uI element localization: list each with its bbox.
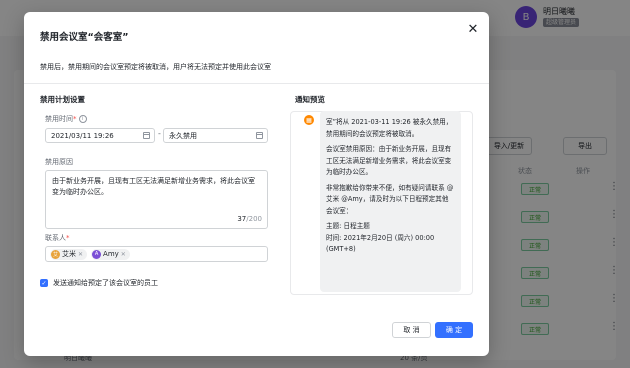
confirm-button[interactable]: 确 定: [435, 322, 473, 338]
disable-room-dialog: 禁用会议室“会客室” ✕ 禁用后，禁用期间的会议室预定将被取消，用户将无法预定并…: [24, 12, 489, 356]
end-time-value: 永久禁用: [169, 131, 197, 140]
required-mark: *: [73, 115, 77, 123]
required-mark: *: [66, 234, 70, 242]
close-icon[interactable]: ✕: [465, 22, 481, 38]
calendar-icon: [143, 132, 150, 139]
reason-text: 由于新业务开展，且现有工区无法满足新增业务需求，将此会议室变为临时办公区。: [52, 177, 255, 196]
preview-section-title: 通知预览: [295, 95, 325, 104]
notify-checkbox-label: 发送通知给预定了该会议室的员工: [53, 279, 158, 287]
end-time-picker[interactable]: 永久禁用: [163, 128, 268, 143]
reason-label: 禁用原因: [45, 158, 73, 166]
remove-contact-icon[interactable]: ✕: [121, 251, 126, 258]
reason-textarea[interactable]: 由于新业务开展，且现有工区无法满足新增业务需求，将此会议室变为临时办公区。 37…: [45, 170, 268, 229]
info-icon[interactable]: i: [78, 115, 87, 123]
calendar-icon: [256, 132, 263, 139]
char-count: 37: [237, 215, 247, 223]
preview-paragraph: 室”将从 2021-03-11 19:26 被永久禁用，禁用期间的会议预定将被取…: [326, 118, 453, 138]
notify-checkbox[interactable]: ✓: [40, 279, 48, 287]
preview-message-bubble: 室”将从 2021-03-11 19:26 被永久禁用，禁用期间的会议预定将被取…: [320, 111, 461, 292]
avatar: A: [92, 249, 102, 259]
preview-paragraph: 主题: 日程主题 时间: 2021年2月20日 (周六) 00:00 (GMT+…: [326, 222, 435, 253]
time-label-text: 禁用时间: [45, 115, 73, 123]
preview-paragraph: 会议室禁用原因：由于新业务开展，且现有工区无法满足新增业务需求，将此会议室变为临…: [326, 145, 452, 176]
dialog-title: 禁用会议室“会客室”: [40, 32, 129, 43]
contacts-label: 联系人*: [45, 233, 70, 243]
range-separator: -: [158, 129, 161, 138]
avatar: 艾: [51, 249, 60, 259]
char-counter: 37/200: [237, 214, 262, 225]
contact-name: Amy: [103, 250, 119, 258]
cancel-button[interactable]: 取 消: [392, 322, 431, 338]
notify-checkbox-row[interactable]: ✓ 发送通知给预定了该会议室的员工: [40, 278, 158, 288]
contacts-select[interactable]: 艾 艾米 ✕ A Amy ✕: [45, 246, 268, 262]
contacts-label-text: 联系人: [45, 234, 66, 242]
contact-tag: A Amy ✕: [91, 248, 130, 260]
contact-name: 艾米: [62, 250, 76, 258]
plan-section-title: 禁用计划设置: [40, 95, 85, 104]
divider: [24, 83, 489, 84]
remove-contact-icon[interactable]: ✕: [78, 251, 83, 258]
preview-paragraph: 非常抱歉给你带来不便，如有疑问请联系 @艾米 @Amy，请及时为以下日程预定其他…: [326, 183, 454, 215]
time-label: 禁用时间* i: [45, 114, 87, 124]
start-time-value: 2021/03/11 19:26: [51, 131, 114, 140]
contact-tag: 艾 艾米 ✕: [50, 248, 88, 260]
bot-calendar-icon: ▦: [304, 115, 314, 125]
start-time-picker[interactable]: 2021/03/11 19:26: [45, 128, 155, 143]
char-max: /200: [246, 215, 262, 223]
dialog-description: 禁用后，禁用期间的会议室预定将被取消，用户将无法预定并使用此会议室: [40, 63, 271, 71]
